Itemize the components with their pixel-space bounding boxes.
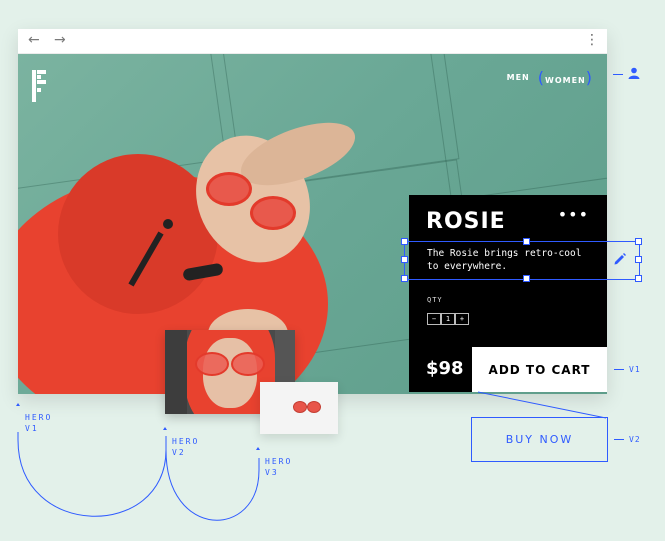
qty-label: QTY [427,296,443,304]
forward-arrow-icon[interactable]: → [54,32,66,48]
nav-men-link[interactable]: MEN [507,73,530,82]
variant-connector [477,391,607,419]
text-selection-box[interactable] [404,241,640,280]
browser-toolbar: ← → ⋮ [18,29,607,54]
ellipsis-icon[interactable]: ••• [558,205,589,224]
hero-v3-thumbnail[interactable] [260,382,338,434]
hero-variant-arcs [17,432,260,521]
product-price: $98 [426,358,464,379]
product-name: ROSIE [426,209,506,234]
user-icon[interactable] [628,67,640,79]
brand-logo[interactable] [32,70,46,102]
kebab-menu-icon[interactable]: ⋮ [585,32,599,48]
cta-v2-label: V2 [629,435,641,444]
cta-v1-label: V1 [629,365,641,374]
add-to-cart-button[interactable]: ADD TO CART [472,347,607,392]
qty-value[interactable]: 1 [441,313,455,325]
buy-now-button[interactable]: BUY NOW [471,417,608,462]
nav-women-link[interactable]: WOMEN [545,76,586,85]
qty-decrement-button[interactable]: − [427,313,441,325]
pencil-icon[interactable] [613,252,627,266]
gender-nav: MEN (WOMEN) [506,68,593,87]
qty-increment-button[interactable]: + [455,313,469,325]
quantity-stepper: − 1 + [427,313,469,325]
back-arrow-icon[interactable]: ← [28,32,40,48]
